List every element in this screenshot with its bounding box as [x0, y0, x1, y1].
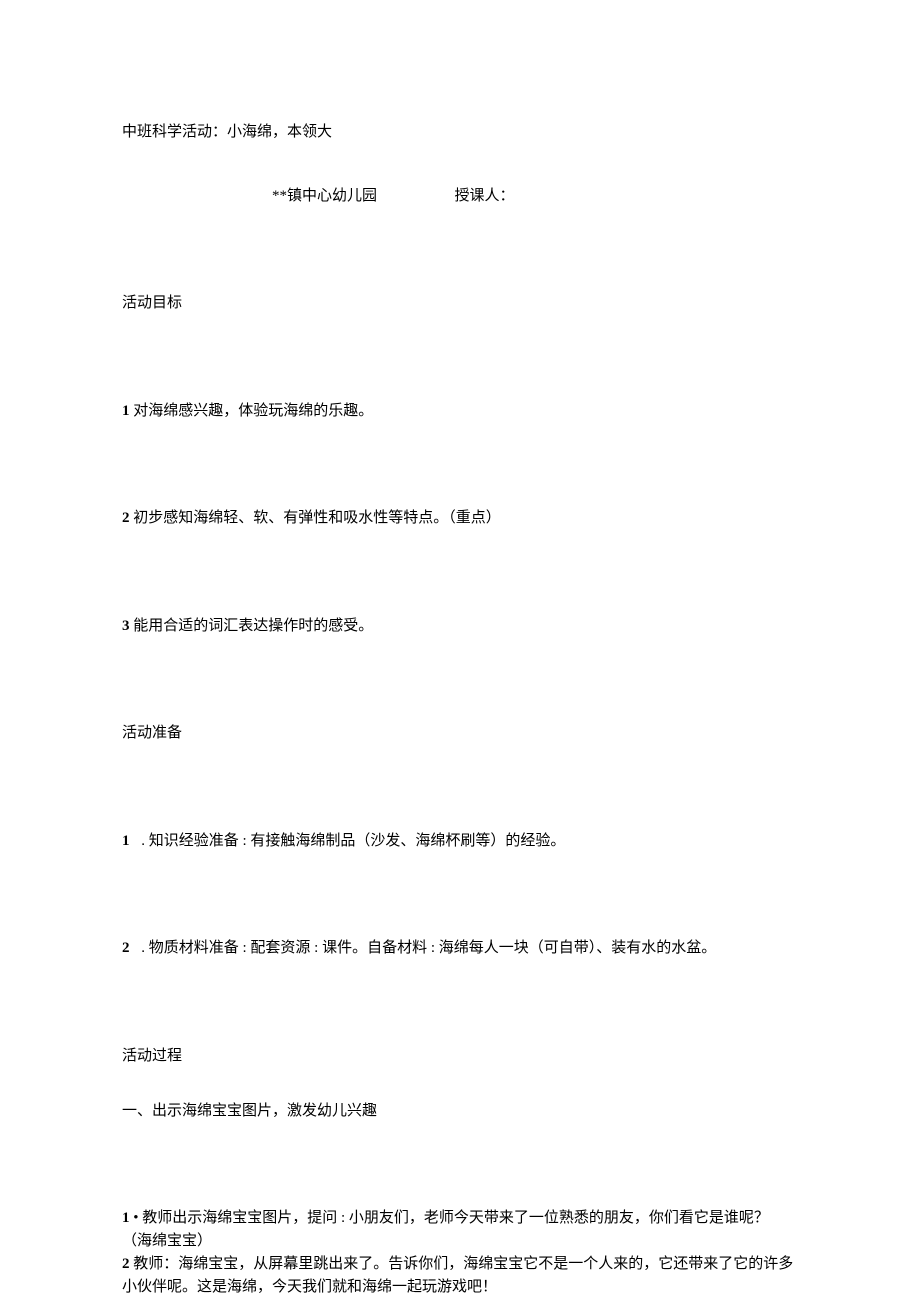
presenter-label: 授课人： — [455, 188, 515, 204]
goal-item-2: 2 初步感知海绵轻、软、有弹性和吸水性等特点。（重点） — [122, 506, 798, 532]
section-process-heading: 活动过程 — [122, 1044, 798, 1070]
dialog-line-2: 2 教师：海绵宝宝，从屏幕里跳出来了。告诉你们，海绵宝宝它不是一个人来的，它还带… — [122, 1253, 798, 1300]
prep-item-1: 1 . 知识经验准备 : 有接触海绵制品（沙发、海绵杯刷等）的经验。 — [122, 829, 798, 855]
section-goals-heading: 活动目标 — [122, 291, 798, 317]
dialog-text: 教师：海绵宝宝，从屏幕里跳出来了。告诉你们，海绵宝宝它不是一个人来的，它还带来了… — [122, 1256, 793, 1295]
goal-text: 能用合适的词汇表达操作时的感受。 — [130, 618, 374, 634]
subtitle-row: **镇中心幼儿园 授课人： — [122, 184, 798, 210]
goal-item-3: 3 能用合适的词汇表达操作时的感受。 — [122, 614, 798, 640]
dialog-text: • 教师出示海绵宝宝图片，提问 : 小朋友们，老师今天带来了一位熟悉的朋友，你们… — [122, 1210, 769, 1249]
goal-number: 3 — [122, 618, 130, 634]
prep-item-2: 2 . 物质材料准备 : 配套资源 : 课件。自备材料 : 海绵每人一块（可自带… — [122, 936, 798, 962]
dialog-number: 2 — [122, 1256, 130, 1272]
prep-number: 2 — [122, 940, 138, 956]
dialog-line-1: 1 • 教师出示海绵宝宝图片，提问 : 小朋友们，老师今天带来了一位熟悉的朋友，… — [122, 1207, 798, 1254]
goal-number: 2 — [122, 510, 130, 526]
document-title: 中班科学活动：小海绵，本领大 — [122, 120, 798, 146]
prep-text: . 知识经验准备 : 有接触海绵制品（沙发、海绵杯刷等）的经验。 — [138, 833, 566, 849]
goal-text: 初步感知海绵轻、软、有弹性和吸水性等特点。（重点） — [130, 510, 501, 526]
process-subheading-1: 一、出示海绵宝宝图片，激发幼儿兴趣 — [122, 1099, 798, 1125]
prep-text: . 物质材料准备 : 配套资源 : 课件。自备材料 : 海绵每人一块（可自带）、… — [138, 940, 717, 956]
goal-item-1: 1 对海绵感兴趣，体验玩海绵的乐趣。 — [122, 399, 798, 425]
goal-text: 对海绵感兴趣，体验玩海绵的乐趣。 — [130, 403, 374, 419]
goal-number: 1 — [122, 403, 130, 419]
prep-number: 1 — [122, 833, 138, 849]
organization-name: **镇中心幼儿园 — [272, 188, 377, 204]
dialog-number: 1 — [122, 1210, 130, 1226]
section-prep-heading: 活动准备 — [122, 721, 798, 747]
